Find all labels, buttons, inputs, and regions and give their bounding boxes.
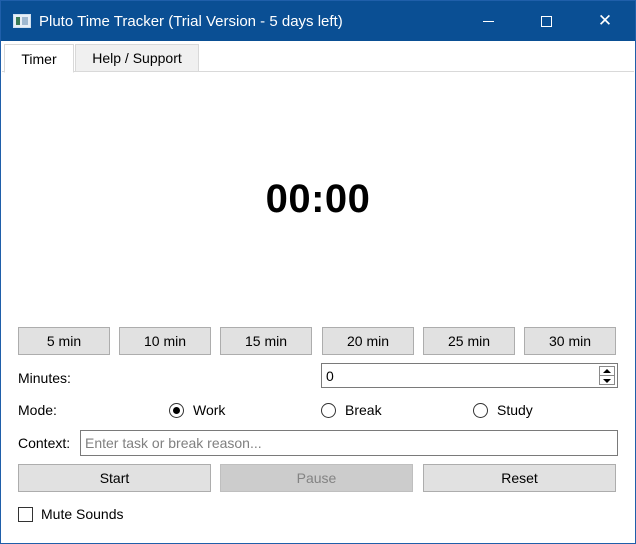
mode-work-label: Work [193,402,226,418]
mode-radio-work[interactable]: Work [169,400,225,420]
tab-strip: Timer Help / Support [2,41,634,73]
arrow-up-icon [603,369,611,373]
radio-button[interactable] [473,402,488,418]
timer-display: 00:00 [265,177,371,221]
mute-sounds-checkbox[interactable] [18,506,33,522]
minutes-stepper[interactable]: 0 [321,363,618,388]
radio-dot [173,406,180,414]
arrow-down-icon [603,378,611,383]
minutes-label: Minutes: [18,370,71,386]
reset-button[interactable]: Reset [423,464,616,492]
mode-radio-study[interactable]: Study [473,400,533,420]
app-icon [13,14,31,28]
minimize-icon [482,20,494,22]
radio-button[interactable] [321,402,336,418]
window-title: Pluto Time Tracker (Trial Version - 5 da… [39,13,343,30]
start-button[interactable]: Start [18,464,211,492]
mode-label: Mode: [18,402,57,418]
minutes-value: 0 [326,368,334,384]
minimize-button[interactable] [459,1,517,41]
title-bar[interactable]: Pluto Time Tracker (Trial Version - 5 da… [1,1,635,41]
app-window: Pluto Time Tracker (Trial Version - 5 da… [0,0,636,544]
mode-break-label: Break [345,402,382,418]
decrement-button[interactable] [600,376,614,385]
maximize-button[interactable] [517,1,575,41]
preset-10-min-button[interactable]: 10 min [119,327,211,355]
preset-15-min-button[interactable]: 15 min [220,327,312,355]
close-icon: ✕ [597,11,613,30]
mode-radio-break[interactable]: Break [321,400,382,420]
preset-5-min-button[interactable]: 5 min [18,327,110,355]
increment-button[interactable] [600,367,614,376]
tab-timer-label: Timer [21,50,57,67]
mute-sounds-label: Mute Sounds [41,506,124,522]
minutes-spinner [599,366,615,385]
close-button[interactable]: ✕ [576,1,634,41]
radio-button-selected[interactable] [169,402,184,418]
mode-study-label: Study [497,402,533,418]
preset-25-min-button[interactable]: 25 min [423,327,515,355]
context-label: Context: [18,435,71,451]
maximize-icon [540,15,552,27]
tab-help-support[interactable]: Help / Support [75,44,199,72]
preset-20-min-button[interactable]: 20 min [322,327,414,355]
tab-help-label: Help / Support [92,50,182,66]
preset-30-min-button[interactable]: 30 min [524,327,616,355]
pause-button[interactable]: Pause [220,464,413,492]
tab-timer[interactable]: Timer [4,44,74,73]
mute-sounds-option[interactable]: Mute Sounds [18,505,124,523]
context-input[interactable] [80,430,618,456]
